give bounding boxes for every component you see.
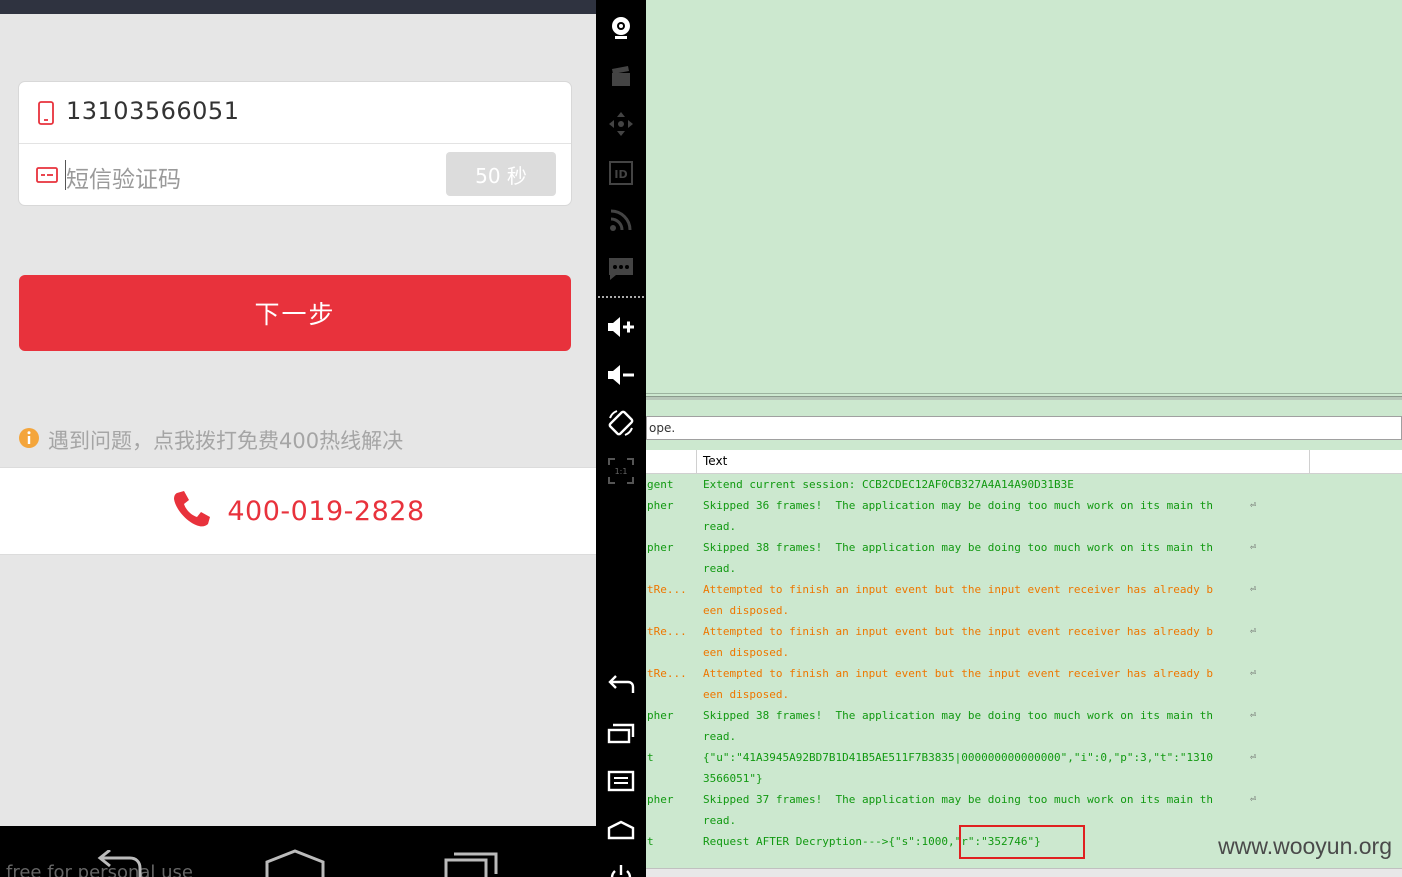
emulator-toolbar: ID 1:1 [596, 0, 646, 877]
wrap-icon: ⏎ [1250, 752, 1257, 763]
log-tag: pher [647, 541, 674, 554]
scale-1-1-icon[interactable]: 1:1 [605, 455, 637, 487]
form-divider [19, 143, 571, 144]
back-icon[interactable] [605, 669, 637, 701]
menu-icon[interactable] [605, 765, 637, 797]
log-table-body: gent Extend current session: CCB2CDEC12AF… [646, 474, 1402, 877]
log-message: Skipped 36 frames! The application may b… [703, 499, 1213, 512]
rotate-icon[interactable] [605, 407, 637, 439]
info-icon [18, 427, 40, 453]
log-message: Skipped 38 frames! The application may b… [703, 541, 1213, 554]
android-nav-bar: free for personal use [0, 826, 596, 877]
phone-number-input[interactable]: 13103566051 [66, 97, 239, 125]
log-message: een disposed. [703, 604, 790, 617]
rss-icon[interactable] [605, 204, 637, 236]
svg-text:ID: ID [614, 168, 627, 181]
log-message: een disposed. [703, 688, 790, 701]
sms-code-input[interactable]: 短信验证码 [66, 160, 181, 194]
dpad-icon[interactable] [605, 108, 637, 140]
log-filter-input[interactable]: ope. [646, 416, 1402, 440]
resend-countdown-button[interactable]: 50 秒 [446, 152, 556, 196]
device-id-icon[interactable]: ID [605, 157, 637, 189]
log-message: Attempted to finish an input event but t… [703, 625, 1213, 638]
home-icon[interactable] [605, 813, 637, 845]
log-message: Attempted to finish an input event but t… [703, 583, 1213, 596]
log-filter-text: ope. [649, 421, 676, 435]
tag-column-header[interactable] [646, 450, 697, 474]
log-message: Skipped 37 frames! The application may b… [703, 793, 1213, 806]
log-message: Skipped 38 frames! The application may b… [703, 709, 1213, 722]
volume-down-icon[interactable] [605, 359, 637, 391]
next-step-button[interactable]: 下一步 [19, 275, 571, 351]
recent-apps-icon[interactable] [605, 717, 637, 749]
logcat-panel: ope. Text gent Extend current session: CC… [646, 0, 1402, 877]
watermark: www.wooyun.org [1218, 833, 1392, 859]
wrap-icon: ⏎ [1250, 584, 1257, 595]
decrypted-code-highlight [959, 825, 1085, 859]
sms-icon[interactable] [605, 253, 637, 285]
log-tag: t [647, 835, 654, 848]
log-row[interactable]: pher Skipped 38 frames! The application m… [646, 705, 1402, 747]
log-message: 3566051"} [703, 772, 763, 785]
login-form-card: 13103566051 短信验证码 50 秒 [18, 81, 572, 206]
log-tag: pher [647, 709, 674, 722]
log-message: een disposed. [703, 646, 790, 659]
video-clip-icon[interactable] [605, 60, 637, 92]
power-icon[interactable] [605, 858, 637, 877]
wrap-icon: ⏎ [1250, 710, 1257, 721]
pane-splitter[interactable] [646, 396, 1402, 400]
camera-icon[interactable] [605, 12, 637, 44]
log-message: read. [703, 520, 737, 533]
log-message: Extend current session: CCB2CDEC12AF0CB3… [703, 478, 1074, 491]
wrap-icon: ⏎ [1250, 626, 1257, 637]
toolbar-separator [598, 296, 644, 298]
log-row[interactable]: pher Skipped 36 frames! The application m… [646, 495, 1402, 537]
mobile-phone-icon [36, 101, 56, 129]
log-message: read. [703, 562, 737, 575]
log-tag: pher [647, 793, 674, 806]
log-tag: gent [647, 478, 674, 491]
help-text: 遇到问题，点我拨打免费400热线解决 [48, 429, 404, 453]
wrap-icon: ⏎ [1250, 668, 1257, 679]
log-table-header: Text [646, 450, 1402, 474]
log-tag: t [647, 751, 654, 764]
log-message: read. [703, 730, 737, 743]
log-row[interactable]: t {"u":"41A3945A92BD7B1D41B5AE511F7B3835|… [646, 747, 1402, 789]
log-tag: tRe... [647, 667, 687, 680]
wrap-icon: ⏎ [1250, 500, 1257, 511]
wrap-icon: ⏎ [1250, 794, 1257, 805]
hotline-number: 400-019-2828 [227, 495, 425, 527]
sms-code-icon [36, 166, 58, 188]
device-view-pane [646, 0, 1402, 394]
log-row[interactable]: pher Skipped 38 frames! The application m… [646, 537, 1402, 579]
log-row[interactable]: tRe... Attempted to finish an input event… [646, 621, 1402, 663]
svg-text:1:1: 1:1 [615, 467, 628, 476]
log-row[interactable]: gent Extend current session: CCB2CDEC12AF… [646, 474, 1402, 495]
text-column-header[interactable]: Text [697, 450, 1310, 474]
log-message: {"u":"41A3945A92BD7B1D41B5AE511F7B3835|0… [703, 751, 1213, 764]
log-tag: tRe... [647, 625, 687, 638]
nav-back-icon[interactable] [92, 848, 148, 877]
volume-up-icon[interactable] [605, 311, 637, 343]
log-row[interactable]: tRe... Attempted to finish an input event… [646, 579, 1402, 621]
log-tag: pher [647, 499, 674, 512]
log-tag: tRe... [647, 583, 687, 596]
log-row[interactable]: tRe... Attempted to finish an input event… [646, 663, 1402, 705]
help-hint[interactable]: 遇到问题，点我拨打免费400热线解决 [18, 424, 403, 456]
status-bar [0, 0, 596, 14]
log-message: Attempted to finish an input event but t… [703, 667, 1213, 680]
wrap-icon: ⏎ [1250, 542, 1257, 553]
phone-call-icon [171, 490, 211, 532]
hotline-call-button[interactable]: 400-019-2828 [0, 467, 596, 555]
horizontal-scrollbar[interactable] [646, 868, 1402, 877]
nav-home-icon[interactable] [264, 848, 326, 877]
phone-screen: 13103566051 短信验证码 50 秒 下一步 遇到问题，点我拨打免费40… [0, 0, 596, 877]
nav-recents-icon[interactable] [444, 850, 500, 877]
